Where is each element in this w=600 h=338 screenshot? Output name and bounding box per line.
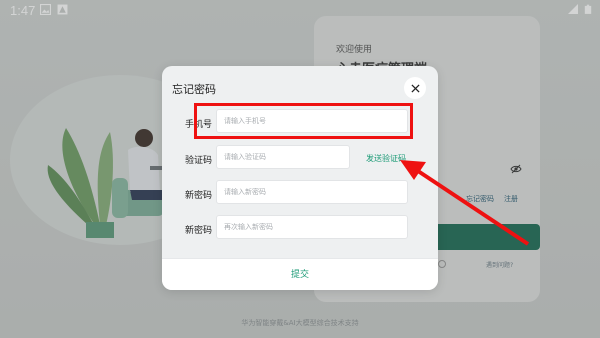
close-icon <box>410 83 420 93</box>
new-password-input[interactable] <box>216 180 408 204</box>
confirm-password-label: 新密码 <box>184 226 212 236</box>
highlight-box <box>194 103 413 139</box>
forgot-password-dialog: 忘记密码 手机号 验证码 发送验证码 新密码 新密码 提交 <box>162 66 438 290</box>
dialog-footer: 提交 <box>162 258 438 290</box>
code-input[interactable] <box>216 145 350 169</box>
confirm-password-input[interactable] <box>216 215 408 239</box>
send-code-button[interactable]: 发送验证码 <box>366 153 406 164</box>
code-label: 验证码 <box>184 156 212 166</box>
dialog-title: 忘记密码 <box>172 83 216 96</box>
new-password-label: 新密码 <box>184 191 212 201</box>
close-button[interactable] <box>404 77 426 99</box>
submit-button[interactable]: 提交 <box>162 259 438 290</box>
